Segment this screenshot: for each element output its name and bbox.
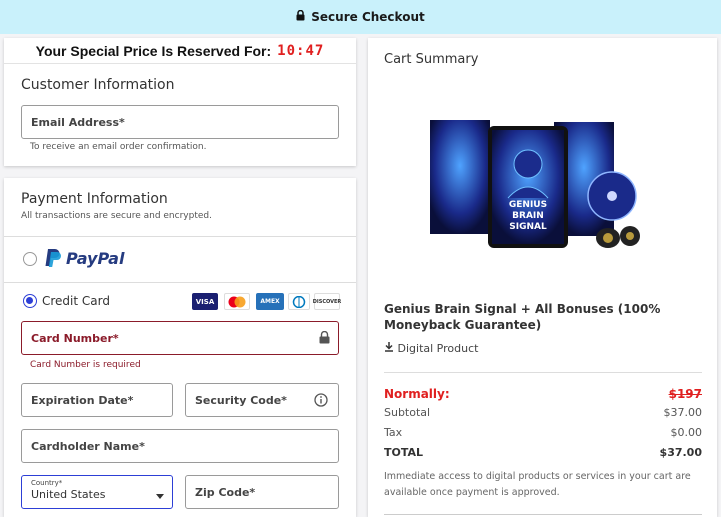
amex-icon: AMEX	[256, 293, 284, 310]
country-select[interactable]: Country* United States	[21, 475, 173, 509]
payment-info-card: Payment Information All transactions are…	[4, 178, 356, 517]
paypal-option[interactable]: PayPal	[4, 237, 356, 281]
customer-info-title: Customer Information	[21, 77, 175, 93]
cart-summary-card: Cart Summary GENIUS BRAIN SIGNAL Genius …	[368, 38, 717, 517]
card-number-error: Card Number is required	[30, 360, 141, 370]
lock-icon	[296, 9, 305, 24]
product-image: GENIUS BRAIN SIGNAL	[426, 112, 646, 262]
cart-summary-title: Cart Summary	[384, 52, 479, 67]
discover-icon: DISCOVER	[313, 293, 341, 310]
card-number-field[interactable]: Card Number*	[21, 321, 339, 355]
country-value: United States	[31, 488, 106, 501]
expiration-date-field[interactable]: Expiration Date*	[21, 383, 173, 417]
tax-row: Tax $0.00	[384, 426, 702, 439]
credit-card-label: Credit Card	[42, 294, 110, 308]
chevron-down-icon	[156, 489, 164, 502]
mastercard-icon	[224, 293, 250, 310]
subtotal-label: Subtotal	[384, 406, 431, 419]
email-placeholder: Email Address*	[31, 115, 125, 129]
cardholder-placeholder: Cardholder Name*	[31, 439, 145, 453]
product-type: Digital Product	[384, 342, 478, 355]
payment-info-title: Payment Information	[21, 191, 168, 207]
expiration-placeholder: Expiration Date*	[31, 393, 134, 407]
payment-info-subtitle: All transactions are secure and encrypte…	[21, 211, 212, 221]
email-hint: To receive an email order confirmation.	[30, 142, 207, 152]
diners-icon	[288, 293, 310, 310]
security-code-field[interactable]: Security Code*	[185, 383, 339, 417]
info-icon[interactable]	[314, 393, 328, 410]
access-note: Immediate access to digital products or …	[384, 471, 691, 498]
divider	[384, 514, 702, 515]
paypal-logo-icon	[44, 248, 62, 272]
product-image-text: GENIUS BRAIN SIGNAL	[508, 200, 548, 232]
paypal-radio[interactable]	[23, 252, 37, 266]
product-type-label: Digital Product	[397, 342, 479, 355]
country-label: Country*	[31, 479, 63, 487]
credit-card-radio[interactable]	[23, 294, 37, 308]
total-value: $37.00	[659, 446, 702, 459]
normally-row: Normally: $197	[384, 387, 702, 401]
customer-info-card: Your Special Price Is Reserved For: 10:4…	[4, 38, 356, 166]
card-number-placeholder: Card Number*	[31, 331, 119, 345]
lock-icon	[319, 330, 330, 347]
normally-value: $197	[668, 387, 702, 401]
secure-checkout-title: Secure Checkout	[311, 10, 425, 24]
zip-placeholder: Zip Code*	[195, 485, 256, 499]
timer-time: 10:47	[277, 42, 325, 59]
secure-checkout-bar: Secure Checkout	[0, 0, 721, 34]
product-name: Genius Brain Signal + All Bonuses (100% …	[384, 302, 661, 332]
download-icon	[384, 342, 398, 355]
timer-label: Your Special Price Is Reserved For:	[35, 42, 272, 59]
countdown-timer: Your Special Price Is Reserved For: 10:4…	[4, 38, 356, 64]
email-field[interactable]: Email Address*	[21, 105, 339, 139]
tax-label: Tax	[384, 426, 403, 439]
subtotal-value: $37.00	[663, 406, 703, 419]
total-row: TOTAL $37.00	[384, 446, 702, 459]
security-code-placeholder: Security Code*	[195, 393, 287, 407]
tax-value: $0.00	[670, 426, 703, 439]
zip-code-field[interactable]: Zip Code*	[185, 475, 339, 509]
subtotal-row: Subtotal $37.00	[384, 406, 702, 419]
normally-label: Normally:	[384, 387, 450, 401]
visa-icon: VISA	[192, 293, 218, 310]
paypal-label: PayPal	[66, 249, 125, 268]
total-label: TOTAL	[384, 446, 424, 459]
cardholder-name-field[interactable]: Cardholder Name*	[21, 429, 339, 463]
divider	[384, 372, 702, 373]
